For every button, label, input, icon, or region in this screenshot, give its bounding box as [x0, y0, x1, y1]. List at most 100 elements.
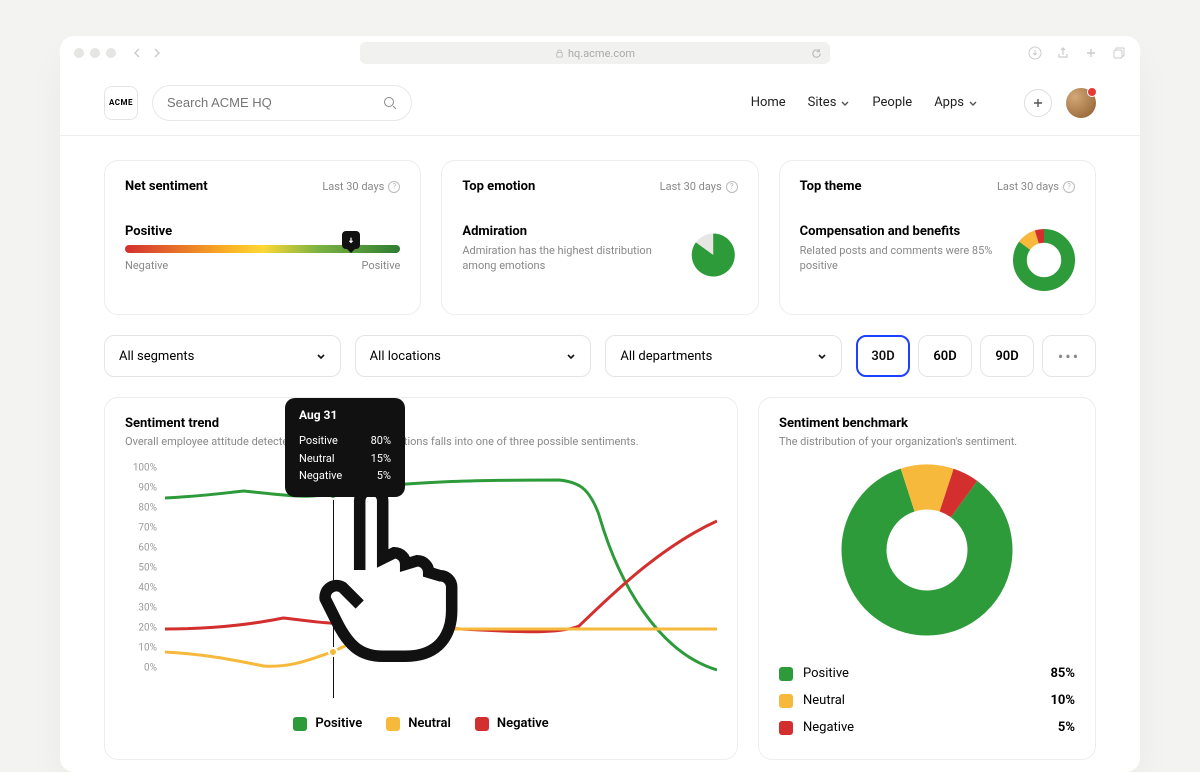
refresh-icon[interactable] [811, 48, 822, 59]
top-emotion-title: Top emotion [462, 179, 535, 194]
range-60d-label: 60D [933, 349, 956, 364]
trend-title: Sentiment trend [125, 416, 717, 431]
swatch-positive [293, 717, 307, 731]
browser-window: hq.acme.com ACME Home Sites People [60, 36, 1140, 772]
locations-select[interactable]: All locations [355, 335, 592, 377]
locations-label: All locations [370, 349, 441, 364]
departments-select[interactable]: All departments [605, 335, 842, 377]
url-bar[interactable]: hq.acme.com [360, 42, 830, 64]
trend-sub: Overall employee attitude detected throu… [125, 435, 717, 448]
top-theme-card: Top theme Last 30 days ? Compensation an… [779, 160, 1096, 315]
arrow-down-icon [347, 236, 355, 244]
range-more[interactable]: ••• [1042, 335, 1096, 377]
benchmark-positive-pct: 85% [1050, 666, 1075, 681]
benchmark-row-neutral: Neutral 10% [779, 687, 1075, 714]
departments-label: All departments [620, 349, 712, 364]
new-tab-icon[interactable] [1084, 46, 1098, 60]
period-label: Last 30 days ? [660, 180, 738, 193]
trend-chart[interactable]: 100% 90% 80% 70% 60% 50% 40% 30% 20% 10%… [125, 468, 717, 698]
logo[interactable]: ACME [104, 86, 138, 120]
net-sentiment-card: Net sentiment Last 30 days ? Positive Ne… [104, 160, 421, 315]
lock-icon [555, 49, 564, 58]
benchmark-rows: Positive 85% Neutral 10% Negative 5% [779, 660, 1075, 741]
legend-negative-label: Negative [497, 716, 549, 731]
traffic-zoom[interactable] [106, 48, 116, 58]
swatch-positive [779, 667, 793, 681]
tooltip-label: Negative [299, 467, 342, 485]
nav-people-label: People [872, 95, 912, 110]
top-theme-donut [1013, 224, 1075, 296]
range-30d[interactable]: 30D [856, 335, 910, 377]
legend-neutral: Neutral [386, 716, 451, 731]
add-button[interactable] [1024, 89, 1052, 117]
legend-positive-label: Positive [315, 716, 362, 731]
trend-legend: Positive Neutral Negative [125, 716, 717, 731]
info-icon[interactable]: ? [388, 181, 400, 193]
chevron-down-icon [566, 351, 576, 361]
info-icon[interactable]: ? [1063, 181, 1075, 193]
period-label: Last 30 days ? [997, 180, 1075, 193]
chevron-down-icon [316, 351, 326, 361]
bottom-row: Sentiment trend Overall employee attitud… [104, 397, 1096, 760]
header-actions [1024, 88, 1096, 118]
benchmark-positive-label: Positive [803, 666, 849, 681]
nav-sites-label: Sites [808, 95, 837, 110]
top-emotion-label: Admiration [462, 224, 677, 239]
nav-apps[interactable]: Apps [934, 95, 978, 110]
benchmark-row-negative: Negative 5% [779, 714, 1075, 741]
legend-neutral-label: Neutral [408, 716, 451, 731]
sentiment-gradient-bar [125, 245, 400, 253]
swatch-neutral [779, 694, 793, 708]
period-text: Last 30 days [660, 180, 722, 193]
top-emotion-sub: Admiration has the highest distribution … [462, 243, 677, 274]
download-icon[interactable] [1028, 46, 1042, 60]
sentiment-marker [342, 231, 360, 249]
range-90d[interactable]: 90D [980, 335, 1034, 377]
swatch-neutral [386, 717, 400, 731]
avatar[interactable] [1066, 88, 1096, 118]
range-60d[interactable]: 60D [918, 335, 972, 377]
net-sentiment-title: Net sentiment [125, 179, 208, 194]
tooltip-value: 5% [377, 467, 391, 485]
nav-people[interactable]: People [872, 95, 912, 110]
bar-pos-label: Positive [361, 259, 400, 272]
chevron-down-icon [968, 98, 978, 108]
info-icon[interactable]: ? [726, 181, 738, 193]
nav-home[interactable]: Home [751, 95, 786, 110]
share-icon[interactable] [1056, 46, 1070, 60]
legend-positive: Positive [293, 716, 362, 731]
traffic-minimize[interactable] [90, 48, 100, 58]
segments-select[interactable]: All segments [104, 335, 341, 377]
benchmark-donut [837, 460, 1017, 640]
nav-apps-label: Apps [934, 95, 964, 110]
search-field[interactable] [152, 85, 412, 121]
chevron-down-icon [840, 98, 850, 108]
sentiment-benchmark-card: Sentiment benchmark The distribution of … [758, 397, 1096, 760]
browser-nav-arrows [132, 48, 162, 58]
sentiment-trend-card: Sentiment trend Overall employee attitud… [104, 397, 738, 760]
tooltip-label: Neutral [299, 450, 335, 468]
top-theme-sub: Related posts and comments were 85% posi… [800, 243, 1001, 274]
nav-sites[interactable]: Sites [808, 95, 851, 110]
benchmark-neutral-label: Neutral [803, 693, 845, 708]
traffic-lights [74, 48, 116, 58]
browser-actions [1028, 46, 1126, 60]
tooltip-label: Positive [299, 432, 338, 450]
browser-chrome: hq.acme.com [60, 36, 1140, 70]
benchmark-row-positive: Positive 85% [779, 660, 1075, 687]
swatch-negative [475, 717, 489, 731]
forward-icon[interactable] [152, 48, 162, 58]
top-theme-label: Compensation and benefits [800, 224, 1001, 239]
benchmark-neutral-pct: 10% [1050, 693, 1075, 708]
traffic-close[interactable] [74, 48, 84, 58]
tabs-icon[interactable] [1112, 46, 1126, 60]
url-text: hq.acme.com [568, 47, 635, 60]
benchmark-negative-pct: 5% [1058, 720, 1075, 735]
tooltip-date: Aug 31 [299, 408, 391, 422]
range-group: 30D 60D 90D ••• [856, 335, 1096, 377]
back-icon[interactable] [132, 48, 142, 58]
search-input[interactable] [167, 95, 375, 110]
range-90d-label: 90D [995, 349, 1018, 364]
period-text: Last 30 days [322, 180, 384, 193]
period-text: Last 30 days [997, 180, 1059, 193]
